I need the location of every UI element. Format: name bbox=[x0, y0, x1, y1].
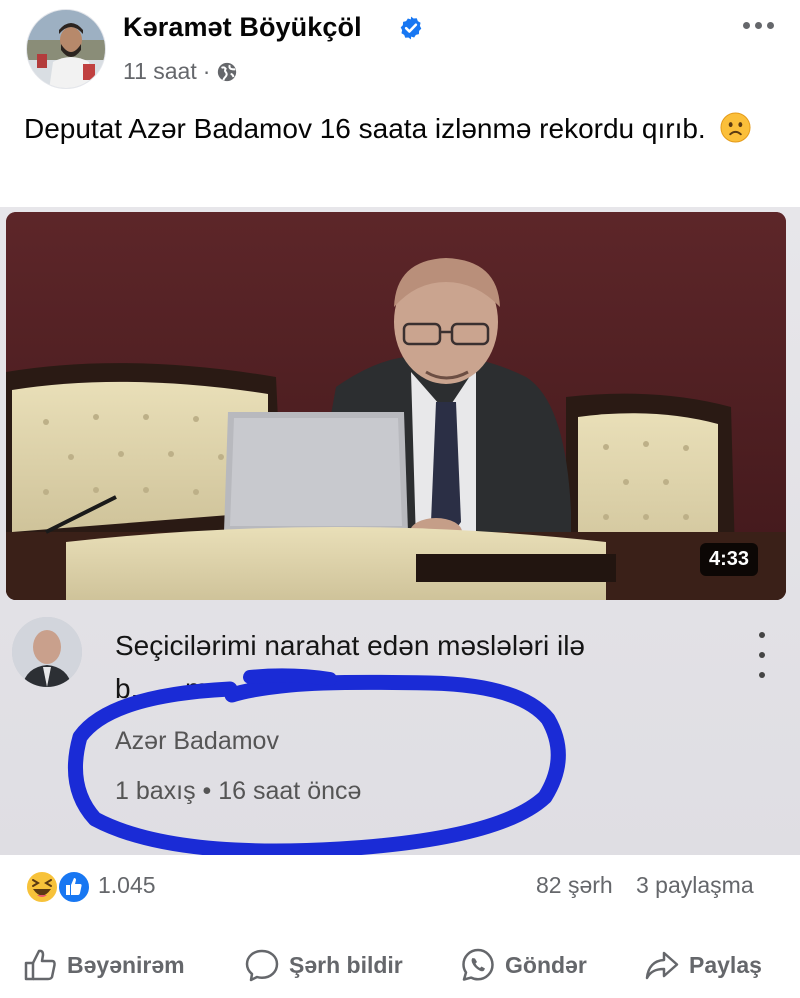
reactions-count[interactable]: 1.045 bbox=[98, 872, 156, 899]
post-photo[interactable]: 4:33 Seçicilərimi narahat edən məslələri… bbox=[0, 207, 800, 855]
author-avatar[interactable] bbox=[26, 9, 106, 89]
send-button[interactable]: Göndər bbox=[460, 940, 587, 990]
globe-icon bbox=[218, 62, 237, 81]
comment-button[interactable]: Şərh bildir bbox=[244, 940, 403, 990]
post-text: Deputat Azər Badamov 16 saata izlənmə re… bbox=[24, 108, 764, 150]
send-label: Göndər bbox=[505, 951, 587, 978]
post-header: Kəramət Böyükçöl 11 saat · bbox=[0, 0, 800, 100]
verified-badge-icon bbox=[400, 16, 422, 40]
share-button[interactable]: Paylaş bbox=[644, 940, 762, 990]
post-stats: 1.045 82 şərh 3 paylaşma bbox=[0, 866, 800, 908]
like-icon bbox=[24, 949, 56, 981]
like-button[interactable]: Bəyənirəm bbox=[22, 940, 185, 990]
share-label: Paylaş bbox=[689, 951, 762, 978]
sad-emoji-icon bbox=[719, 112, 751, 143]
time-separator: · bbox=[202, 58, 211, 84]
video-meta: 1 baxış • 16 saat öncə bbox=[115, 777, 362, 805]
like-reaction-icon bbox=[57, 870, 91, 904]
comment-label: Şərh bildir bbox=[289, 951, 403, 978]
parliament-scene-image bbox=[6, 212, 786, 600]
video-title-line2: b... ...m bbox=[115, 673, 209, 704]
video-thumbnail: 4:33 bbox=[6, 212, 786, 600]
reaction-icons[interactable] bbox=[24, 869, 92, 905]
video-title: Seçicilərimi narahat edən məslələri ilə bbox=[115, 630, 585, 661]
author-name[interactable]: Kəramət Böyükçöl bbox=[123, 12, 362, 43]
phone-screen-photo: 4:33 Seçicilərimi narahat edən məslələri… bbox=[0, 207, 800, 855]
channel-avatar bbox=[12, 617, 82, 687]
whatsapp-icon bbox=[462, 948, 494, 981]
post-text-body: Deputat Azər Badamov 16 saata izlənmə re… bbox=[24, 113, 706, 144]
more-icon[interactable] bbox=[736, 14, 780, 36]
comments-count[interactable]: 82 şərh bbox=[536, 872, 613, 899]
like-label: Bəyənirəm bbox=[67, 951, 185, 978]
post-time[interactable]: 11 saat · bbox=[123, 58, 238, 85]
comment-icon bbox=[245, 949, 279, 982]
channel-name: Azər Badamov bbox=[115, 727, 279, 755]
video-more-icon bbox=[752, 632, 772, 678]
haha-reaction-icon bbox=[25, 870, 59, 904]
video-duration: 4:33 bbox=[699, 543, 758, 576]
action-bar: Bəyənirəm Şərh bildir Göndər Paylaş bbox=[0, 940, 800, 990]
shares-count[interactable]: 3 paylaşma bbox=[636, 872, 754, 899]
post-time-label: 11 saat bbox=[123, 58, 197, 84]
share-icon bbox=[645, 951, 679, 980]
